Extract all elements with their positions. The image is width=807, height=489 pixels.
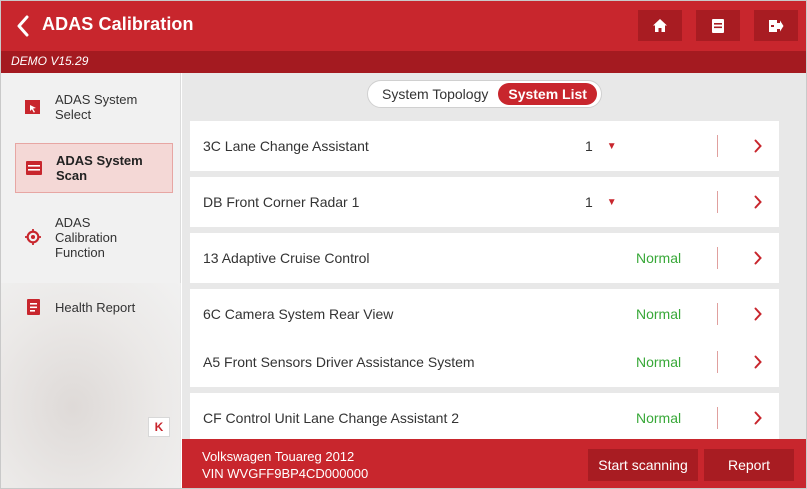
- collapse-icon: K: [154, 420, 164, 434]
- version-bar: DEMO V15.29: [1, 51, 806, 73]
- system-row[interactable]: 6C Camera System Rear View Normal: [190, 289, 779, 339]
- printer-icon: [712, 18, 724, 33]
- page-title: ADAS Calibration: [42, 14, 194, 34]
- system-row[interactable]: DB Front Corner Radar 1 1 ▼: [190, 177, 779, 227]
- app-window: ADAS Calibration DEMO V15.29 ADAS System…: [0, 0, 807, 489]
- main-panel: System Topology System List 3C Lane Chan…: [182, 73, 806, 488]
- sidebar-item-calibration-function[interactable]: ADAS Calibration Function: [15, 207, 173, 267]
- report-icon: [25, 299, 41, 315]
- system-select-icon: [25, 99, 41, 115]
- report-button[interactable]: Report: [704, 449, 794, 481]
- top-bar: ADAS Calibration: [1, 1, 806, 51]
- system-status: Normal: [636, 410, 682, 426]
- vehicle-info-bar: Volkswagen Touareg 2012 VIN WVGFF9BP4CD0…: [182, 439, 806, 488]
- tab-system-topology[interactable]: System Topology: [372, 83, 498, 105]
- dropdown-caret-icon: ▼: [606, 196, 617, 208]
- chevron-right-icon[interactable]: [752, 304, 764, 324]
- sidebar-item-system-select[interactable]: ADAS System Select: [15, 85, 173, 129]
- home-button[interactable]: [638, 10, 682, 41]
- view-tabs: System Topology System List: [367, 80, 602, 108]
- sidebar-item-label: ADAS Calibration Function: [55, 214, 118, 260]
- sidebar-item-label: ADAS System Scan: [56, 153, 143, 183]
- system-row[interactable]: 13 Adaptive Cruise Control Normal: [190, 233, 779, 283]
- back-chevron-icon: [17, 15, 29, 37]
- system-name: A5 Front Sensors Driver Assistance Syste…: [203, 354, 475, 370]
- start-scanning-button[interactable]: Start scanning: [588, 449, 698, 481]
- system-row[interactable]: 3C Lane Change Assistant 1 ▼: [190, 121, 779, 171]
- system-name: 13 Adaptive Cruise Control: [203, 250, 370, 266]
- sidebar: ADAS System Select ADAS System Scan ADAS…: [1, 73, 181, 488]
- collapse-sidebar-button[interactable]: K: [148, 417, 170, 437]
- system-row[interactable]: A5 Front Sensors Driver Assistance Syste…: [190, 337, 779, 387]
- row-divider: [717, 191, 718, 213]
- vehicle-info: Volkswagen Touareg 2012 VIN WVGFF9BP4CD0…: [202, 448, 368, 482]
- sidebar-item-health-report[interactable]: Health Report: [15, 295, 173, 319]
- exit-button[interactable]: [754, 10, 798, 41]
- chevron-right-icon[interactable]: [752, 136, 764, 156]
- home-icon: [653, 19, 667, 32]
- system-status[interactable]: 1 ▼: [585, 194, 705, 210]
- system-status[interactable]: 1 ▼: [585, 138, 705, 154]
- chevron-right-icon[interactable]: [752, 248, 764, 268]
- row-divider: [717, 407, 718, 429]
- sidebar-item-label: ADAS System Select: [55, 92, 138, 122]
- system-name: CF Control Unit Lane Change Assistant 2: [203, 410, 460, 426]
- fault-count: 1: [585, 194, 593, 210]
- row-divider: [717, 351, 718, 373]
- system-status: Normal: [636, 250, 682, 266]
- system-name: 3C Lane Change Assistant: [203, 138, 369, 154]
- system-scan-icon: [26, 160, 42, 176]
- chevron-right-icon[interactable]: [752, 408, 764, 428]
- calibration-target-icon: [25, 229, 41, 245]
- exit-icon: [769, 19, 784, 32]
- system-name: 6C Camera System Rear View: [203, 306, 394, 322]
- row-divider: [717, 247, 718, 269]
- row-divider: [717, 303, 718, 325]
- vehicle-vin: VIN WVGFF9BP4CD000000: [202, 466, 369, 481]
- system-row[interactable]: CF Control Unit Lane Change Assistant 2 …: [190, 393, 779, 443]
- version-label: DEMO V15.29: [11, 54, 89, 68]
- system-status: Normal: [636, 306, 682, 322]
- chevron-right-icon[interactable]: [752, 192, 764, 212]
- sidebar-item-system-scan[interactable]: ADAS System Scan: [15, 143, 173, 193]
- chevron-right-icon[interactable]: [752, 352, 764, 372]
- tab-system-list[interactable]: System List: [498, 83, 597, 105]
- row-divider: [717, 135, 718, 157]
- system-status: Normal: [636, 354, 682, 370]
- system-name: DB Front Corner Radar 1: [203, 194, 360, 210]
- back-button[interactable]: [11, 13, 35, 39]
- vehicle-model: Volkswagen Touareg 2012: [202, 449, 355, 464]
- sidebar-item-label: Health Report: [55, 299, 136, 315]
- dropdown-caret-icon: ▼: [606, 140, 617, 152]
- print-button[interactable]: [696, 10, 740, 41]
- fault-count: 1: [585, 138, 593, 154]
